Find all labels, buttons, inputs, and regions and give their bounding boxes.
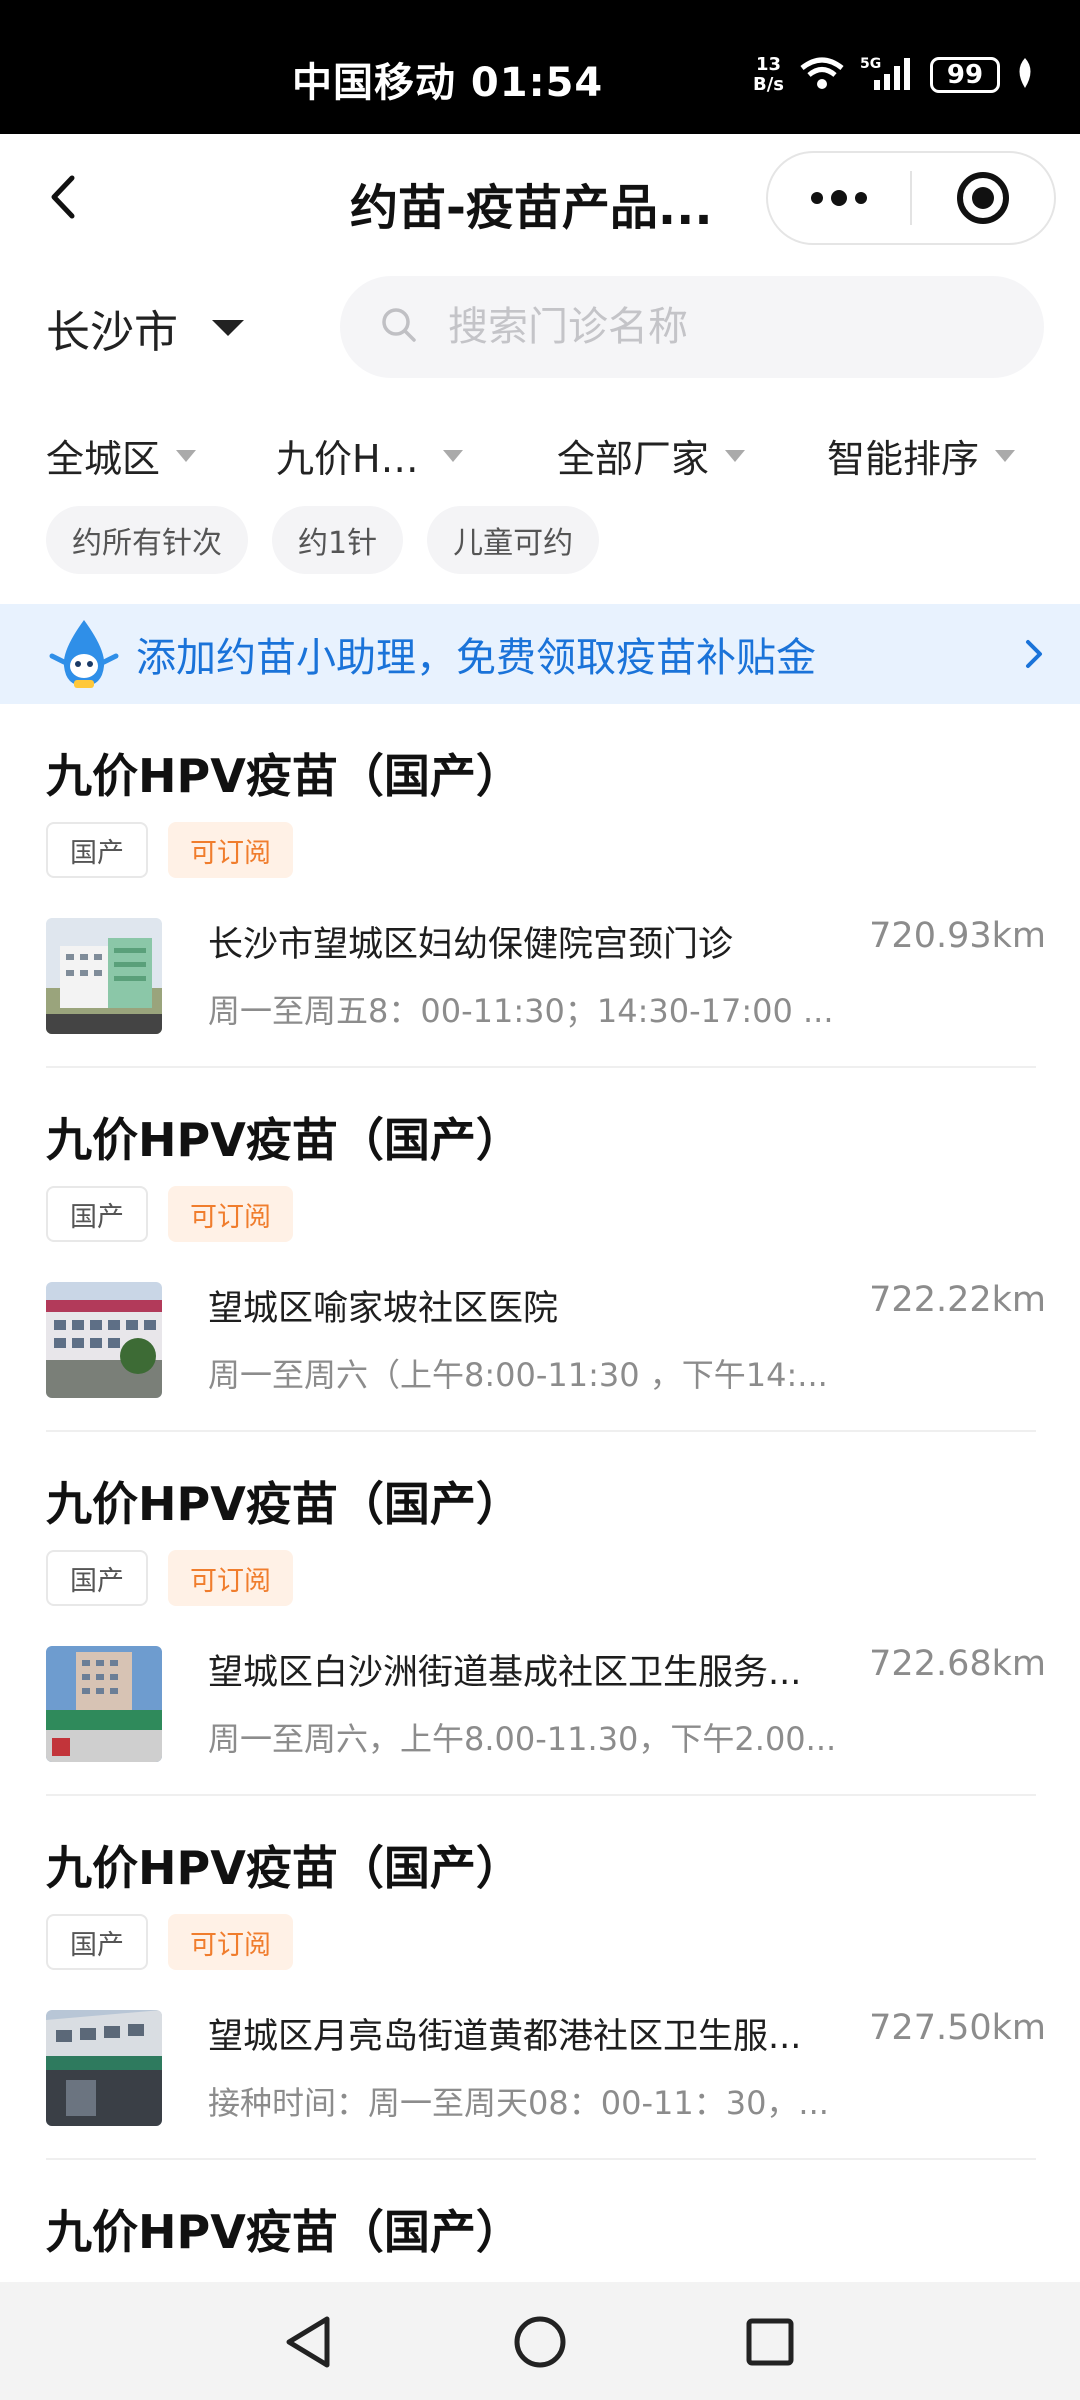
chevron-right-icon [1024,638,1044,674]
home-circle-icon[interactable] [508,2310,572,2374]
clinic-hours: 接种时间：周一至周天08：00-11：30，... [208,2084,829,2122]
tag-subscribable: 可订阅 [168,1550,293,1606]
vaccine-title[interactable]: 九价HPV疫苗（国产） [46,2196,522,2262]
tag-domestic: 国产 [46,1550,148,1606]
tag-subscribable: 可订阅 [168,1186,293,1242]
clinic-hours: 周一至周六，上午8.00-11.30，下午2.00... [208,1720,837,1758]
distance: 722.22km [869,1280,1046,1320]
clinic-name: 望城区月亮岛街道黄都港社区卫生服... [208,2017,802,2057]
clinic-photo [46,1282,162,1398]
filter-label: 智能排序 [827,437,980,481]
distance: 722.68km [869,1644,1046,1684]
recents-square-icon[interactable] [738,2310,802,2374]
system-nav-bar [0,2282,1080,2400]
tag-row: 国产 可订阅 [46,1186,293,1242]
filter-label: 九价H… [276,437,419,481]
chip-all-doses[interactable]: 约所有针次 [46,506,248,574]
svg-text:5G: 5G [860,56,881,72]
city-label: 长沙市 [46,307,178,358]
back-triangle-icon[interactable] [276,2310,340,2374]
filter-manufacturer[interactable]: 全部厂家 [557,428,746,483]
list-item[interactable]: 九价HPV疫苗（国产） 国产 可订阅 长沙市望城区妇幼保健院宫颈门诊 周一至周五… [46,704,1046,1068]
page-title: 约苗-疫苗产品... [350,180,713,236]
assistant-banner[interactable]: 添加约苗小助理，免费领取疫苗补贴金 [0,604,1080,704]
filter-bar: 全城区 九价H… 全部厂家 智能排序 [0,428,1080,488]
distance: 720.93km [869,916,1046,956]
caret-down-icon [442,449,463,462]
tag-subscribable: 可订阅 [168,1914,293,1970]
tag-domestic: 国产 [46,1186,148,1242]
net-speed-value: 13 [755,54,782,75]
list-item[interactable]: 九价HPV疫苗（国产） 国产 可订阅 望城区白沙洲街道基成社区卫生服务... 周… [46,1432,1046,1796]
status-icons: 13 B/s 5G 99 [753,54,1036,96]
chip-one-dose[interactable]: 约1针 [272,506,404,574]
tag-domestic: 国产 [46,822,148,878]
filter-label: 全城区 [46,437,161,481]
back-chevron-icon[interactable] [38,172,88,222]
banner-text: 添加约苗小助理，免费领取疫苗补贴金 [136,635,816,681]
search-icon [380,306,418,348]
quick-filter-chips: 约所有针次 约1针 儿童可约 [46,506,600,574]
vaccine-title: 九价HPV疫苗（国产） [46,1113,522,1167]
city-selector[interactable]: 长沙市 [46,296,244,360]
target-circle-icon[interactable] [912,153,1054,243]
nav-bar: 约苗-疫苗产品... [0,134,1080,264]
mascot-icon [46,616,122,692]
list-item[interactable]: 九价HPV疫苗（国产） 国产 可订阅 望城区月亮岛街道黄都港社区卫生服... 接… [46,1796,1046,2160]
vaccine-title: 九价HPV疫苗（国产） [46,1841,522,1895]
caret-down-icon [725,449,746,462]
filter-sort[interactable]: 智能排序 [827,428,1016,483]
chip-children[interactable]: 儿童可约 [427,506,600,574]
filter-vaccine[interactable]: 九价H… [276,428,463,483]
filter-district[interactable]: 全城区 [46,428,197,483]
search-input[interactable] [448,304,1008,350]
wifi-icon [798,54,846,96]
distance: 727.50km [869,2008,1046,2048]
caret-down-icon [176,449,197,462]
more-dots-icon[interactable] [768,153,910,243]
net-speed: 13 B/s [753,55,784,95]
leaf-icon [1014,56,1036,94]
caret-down-icon [212,320,244,336]
clinic-name: 望城区喻家坡社区医院 [208,1289,559,1329]
status-bar: 中国移动 01:54 13 B/s 5G 99 [0,0,1080,134]
tag-subscribable: 可订阅 [168,822,293,878]
vaccine-title: 九价HPV疫苗（国产） [46,749,522,803]
search-box[interactable] [340,276,1044,378]
tag-row: 国产 可订阅 [46,822,293,878]
tag-domestic: 国产 [46,1914,148,1970]
tag-row: 国产 可订阅 [46,1550,293,1606]
signal-5g-icon: 5G [860,54,916,96]
list-item[interactable]: 九价HPV疫苗（国产） 国产 可订阅 望城区喻家坡社区医院 周一至周六（上午8:… [46,1068,1046,1432]
mini-program-capsule [766,151,1056,245]
clinic-name: 望城区白沙洲街道基成社区卫生服务... [208,1653,802,1693]
clinic-hours: 周一至周五8：00-11:30；14:30-17:00 ... [208,992,834,1030]
clinic-photo [46,1646,162,1762]
clinic-photo [46,918,162,1034]
caret-down-icon [995,449,1016,462]
clinic-photo [46,2010,162,2126]
net-speed-unit: B/s [752,74,784,95]
battery-icon: 99 [930,57,1000,93]
clinic-name: 长沙市望城区妇幼保健院宫颈门诊 [208,925,734,965]
filter-label: 全部厂家 [557,437,710,481]
vaccine-title: 九价HPV疫苗（国产） [46,1477,522,1531]
clinic-hours: 周一至周六（上午8:00-11:30 ，下午14:... [208,1356,828,1394]
tag-row: 国产 可订阅 [46,1914,293,1970]
carrier-time: 中国移动 01:54 [292,60,604,106]
